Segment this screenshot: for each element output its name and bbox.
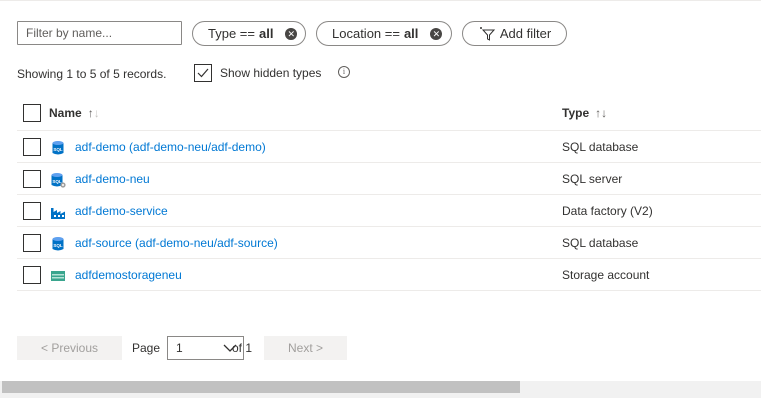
svg-text:SQL: SQL — [53, 243, 63, 248]
sort-arrows-icon[interactable]: ↑↓ — [88, 106, 100, 120]
top-divider — [0, 0, 761, 1]
type-header-label: Type — [562, 106, 590, 120]
location-filter-pill[interactable]: Location == all ✕ — [316, 21, 452, 46]
row-checkbox[interactable] — [23, 170, 41, 188]
row-checkbox[interactable] — [23, 234, 41, 252]
storage-account-icon — [51, 271, 65, 281]
page-total-label: of 1 — [232, 341, 253, 355]
pagination: < Previous Page 1 of 1 Next > — [17, 336, 357, 360]
name-column-header[interactable]: Name ↑↓ — [49, 106, 100, 120]
resource-link[interactable]: adf-demo-service — [75, 204, 168, 218]
table-row: adf-demo-service Data factory (V2) — [17, 195, 761, 227]
remove-type-filter-icon[interactable]: ✕ — [285, 27, 297, 40]
row-checkbox[interactable] — [23, 266, 41, 284]
table-row: SQL adf-demo-neu SQL server — [17, 163, 761, 195]
sql-database-icon: SQL — [52, 237, 64, 251]
type-filter-label: Type == — [208, 26, 255, 41]
page-label: Page — [132, 341, 161, 355]
add-filter-icon — [479, 26, 495, 41]
row-checkbox[interactable] — [23, 202, 41, 220]
info-icon[interactable]: i — [338, 66, 350, 78]
sql-server-icon: SQL — [51, 173, 66, 188]
name-header-label: Name — [49, 106, 82, 120]
checkmark-icon — [197, 68, 209, 78]
horizontal-scrollbar-thumb[interactable] — [2, 381, 520, 393]
next-page-button[interactable]: Next > — [264, 336, 347, 360]
resource-link[interactable]: adf-source (adf-demo-neu/adf-source) — [75, 236, 278, 250]
type-filter-pill[interactable]: Type == all ✕ — [192, 21, 306, 46]
records-count: Showing 1 to 5 of 5 records. — [17, 67, 167, 81]
select-all-checkbox[interactable] — [23, 104, 41, 122]
resource-link[interactable]: adf-demo-neu — [75, 172, 150, 186]
show-hidden-types-label: Show hidden types — [220, 66, 322, 80]
resource-type: Data factory (V2) — [562, 204, 653, 218]
svg-text:SQL: SQL — [53, 147, 63, 152]
svg-text:SQL: SQL — [52, 179, 62, 184]
table-row: SQL adf-demo (adf-demo-neu/adf-demo) SQL… — [17, 131, 761, 163]
sort-arrows-icon[interactable]: ↑↓ — [595, 106, 607, 120]
resource-type: SQL server — [562, 172, 623, 186]
data-factory-icon — [51, 208, 65, 219]
filter-by-name-input[interactable] — [17, 21, 182, 45]
location-filter-label: Location == — [332, 26, 400, 41]
resources-table: Name ↑↓ Type ↑↓ SQL adf-demo (adf-demo-neu… — [17, 96, 761, 291]
sql-database-icon: SQL — [52, 141, 64, 155]
type-column-header[interactable]: Type ↑↓ — [562, 106, 607, 120]
resource-type: SQL database — [562, 236, 639, 250]
add-filter-button[interactable]: Add filter — [462, 21, 567, 46]
page-select-value: 1 — [176, 341, 183, 355]
add-filter-label: Add filter — [499, 26, 552, 41]
resource-type: Storage account — [562, 268, 650, 282]
remove-location-filter-icon[interactable]: ✕ — [430, 27, 443, 40]
table-header: Name ↑↓ Type ↑↓ — [17, 96, 761, 131]
resource-link[interactable]: adfdemostorageneu — [75, 268, 182, 282]
location-filter-value: all — [403, 26, 419, 41]
table-row: adfdemostorageneu Storage account — [17, 259, 761, 291]
table-row: SQL adf-source (adf-demo-neu/adf-source)… — [17, 227, 761, 259]
type-filter-value: all — [258, 26, 274, 41]
resource-type: SQL database — [562, 140, 639, 154]
previous-page-button[interactable]: < Previous — [17, 336, 122, 360]
row-checkbox[interactable] — [23, 138, 41, 156]
resource-link[interactable]: adf-demo (adf-demo-neu/adf-demo) — [75, 140, 266, 154]
show-hidden-types-checkbox[interactable] — [194, 64, 212, 82]
